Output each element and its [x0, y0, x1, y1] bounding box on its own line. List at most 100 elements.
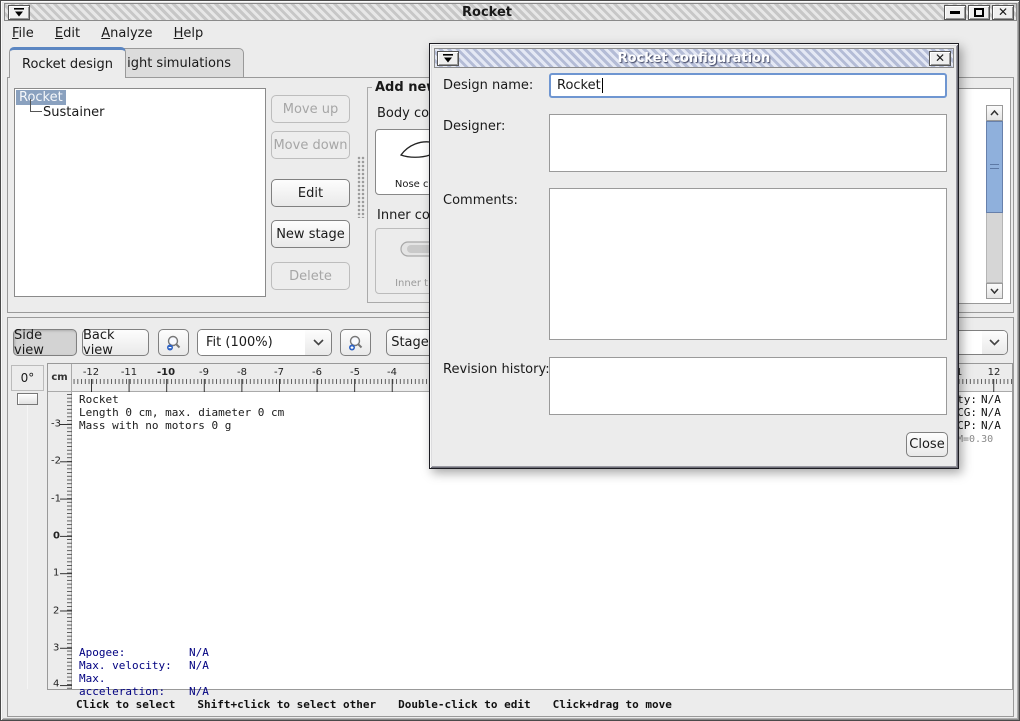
comments-textarea[interactable] — [549, 188, 947, 340]
revision-history-textarea[interactable] — [549, 357, 947, 415]
scroll-up-icon — [990, 110, 999, 116]
rocket-info-line: Mass with no motors 0 g — [79, 419, 284, 432]
side-view-button[interactable]: Side view — [13, 329, 77, 356]
back-view-button[interactable]: Back view — [82, 329, 149, 356]
window-controls: ✕ — [944, 5, 1014, 20]
zoom-in-icon — [347, 334, 365, 352]
h-ruler-label: -5 — [350, 367, 360, 378]
v-ruler-label: -3 — [51, 419, 61, 430]
move-up-button[interactable]: Move up — [271, 95, 350, 123]
menu-bar: File Edit Analyze Help — [7, 24, 1015, 44]
dialog-menu-button[interactable] — [437, 51, 459, 66]
scroll-down-button[interactable] — [986, 283, 1003, 299]
minimize-button[interactable] — [944, 5, 966, 20]
menu-file[interactable]: File — [7, 24, 39, 43]
window-title: Rocket — [30, 5, 944, 20]
rotation-slider-handle[interactable] — [17, 393, 38, 405]
stability-value: N/A — [981, 393, 1001, 406]
component-tree[interactable]: Rocket Sustainer — [14, 88, 266, 297]
v-ruler-label: -2 — [51, 456, 61, 467]
rotation-value: 0° — [11, 365, 44, 391]
designer-textarea[interactable] — [549, 114, 947, 172]
v-ruler-label: -1 — [51, 494, 61, 505]
vertical-scrollbar[interactable] — [986, 105, 1003, 299]
revision-history-label: Revision history: — [443, 362, 550, 377]
window-titlebar[interactable]: Rocket ✕ — [4, 3, 1017, 21]
v-ruler-label: 2 — [53, 606, 59, 617]
stage-label: Stage — [391, 335, 429, 350]
tab-rocket-design[interactable]: Rocket design — [9, 47, 126, 78]
tree-connector — [30, 99, 42, 112]
chevron-down-icon — [313, 339, 324, 346]
status-hint: Double-click to edit — [398, 698, 530, 711]
zoom-level-dropdown-button[interactable] — [305, 330, 331, 355]
h-ruler-label: -9 — [199, 367, 209, 378]
scroll-down-icon — [990, 288, 999, 294]
dialog-close-action-label: Close — [909, 437, 944, 452]
dialog-close-button[interactable]: ✕ — [929, 51, 951, 66]
tab-rocket-design-label: Rocket design — [22, 57, 113, 72]
menu-help[interactable]: Help — [169, 24, 209, 43]
h-ruler-label: -4 — [387, 367, 397, 378]
designer-label: Designer: — [443, 119, 505, 134]
scrollbar-track[interactable] — [986, 213, 1003, 283]
flight-data-value: N/A — [189, 646, 209, 659]
flight-data-label: Max. acceleration: — [79, 672, 189, 698]
flight-data-label: Max. velocity: — [79, 659, 189, 672]
window-menu-button[interactable] — [8, 5, 30, 20]
flight-data-value: N/A — [189, 659, 209, 672]
dialog-titlebar[interactable]: Rocket configuration ✕ — [434, 48, 954, 68]
h-ruler-label: -8 — [237, 367, 247, 378]
minimize-icon — [950, 11, 960, 14]
zoom-level-select[interactable]: Fit (100%) — [197, 329, 332, 356]
maximize-icon — [974, 8, 984, 17]
zoom-out-button[interactable] — [158, 329, 189, 356]
scrollbar-grip — [990, 164, 999, 169]
design-name-input[interactable]: Rocket — [549, 73, 947, 98]
status-bar: Click to select Shift+click to select ot… — [76, 698, 672, 711]
move-down-button[interactable]: Move down — [271, 131, 350, 159]
move-down-label: Move down — [273, 138, 347, 153]
edit-button[interactable]: Edit — [271, 179, 350, 207]
comments-label: Comments: — [443, 193, 518, 208]
h-ruler-label: -12 — [83, 367, 99, 378]
motor-config-dropdown-button[interactable] — [982, 331, 1007, 354]
close-button[interactable]: ✕ — [992, 5, 1014, 20]
design-name-value: Rocket — [557, 78, 601, 93]
h-ruler-label: -11 — [121, 367, 137, 378]
delete-button[interactable]: Delete — [271, 262, 350, 290]
zoom-in-button[interactable] — [340, 329, 371, 356]
scroll-up-button[interactable] — [986, 105, 1003, 121]
stage-button[interactable]: Stage — [386, 329, 434, 356]
rotation-slider-track[interactable] — [27, 405, 28, 689]
dialog-close-action-button[interactable]: Close — [906, 432, 948, 457]
close-icon: ✕ — [998, 6, 1008, 18]
tree-item-sustainer[interactable]: Sustainer — [43, 105, 105, 120]
h-ruler-label: 12 — [988, 367, 1001, 378]
scrollbar-thumb[interactable] — [986, 121, 1003, 213]
v-ruler-label: 1 — [53, 568, 59, 579]
h-ruler-label: -10 — [157, 367, 175, 378]
ruler-unit-label: cm — [48, 364, 72, 392]
status-hint: Click+drag to move — [553, 698, 672, 711]
splitter-handle[interactable] — [357, 156, 365, 218]
delete-label: Delete — [289, 269, 332, 284]
stability-value: N/A — [981, 419, 1001, 432]
rocket-info-line: Rocket — [79, 393, 284, 406]
new-stage-button[interactable]: New stage — [271, 220, 350, 248]
menu-edit[interactable]: Edit — [50, 24, 85, 43]
dialog-title: Rocket configuration — [459, 51, 929, 66]
back-view-label: Back view — [83, 328, 148, 358]
edit-label: Edit — [298, 186, 323, 201]
menu-analyze[interactable]: Analyze — [96, 24, 157, 43]
flight-data-row: Max. acceleration:N/A — [79, 672, 209, 698]
flight-data: Apogee:N/A Max. velocity:N/A Max. accele… — [79, 646, 209, 698]
tree-row-rocket[interactable]: Rocket — [15, 89, 265, 105]
flight-data-row: Max. velocity:N/A — [79, 659, 209, 672]
new-stage-label: New stage — [276, 227, 345, 242]
rocket-info-line: Length 0 cm, max. diameter 0 cm — [79, 406, 284, 419]
maximize-button[interactable] — [968, 5, 990, 20]
rocket-info: Rocket Length 0 cm, max. diameter 0 cm M… — [79, 393, 284, 432]
close-icon: ✕ — [935, 52, 945, 64]
text-caret — [602, 78, 603, 93]
